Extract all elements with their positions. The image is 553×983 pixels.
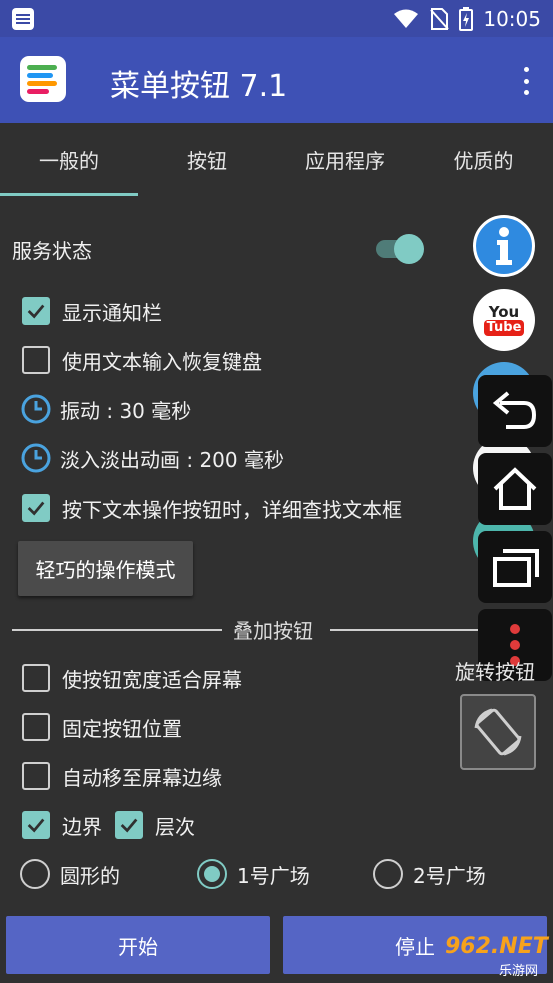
snap-edge-checkbox[interactable] <box>22 762 50 790</box>
show-notification-label: 显示通知栏 <box>62 300 162 325</box>
watermark-logo: 962.NET 乐游网 <box>415 932 550 980</box>
shape-square1-radio[interactable] <box>197 859 227 889</box>
clock-icon <box>21 394 51 424</box>
overlay-section-title: 叠加按钮 <box>233 619 313 643</box>
overflow-menu-icon[interactable] <box>521 67 531 95</box>
home-icon <box>493 467 537 510</box>
status-time: 10:05 <box>483 6 541 31</box>
fix-position-label: 固定按钮位置 <box>62 716 182 741</box>
tab-apps-label: 应用程序 <box>305 149 385 173</box>
service-status-label: 服务状态 <box>12 238 92 263</box>
check-icon <box>27 304 45 319</box>
youtube-logo-text-tube: Tube <box>483 320 525 336</box>
fade-animation-label: 淡入淡出动画 : 200 毫秒 <box>60 447 284 472</box>
rotate-button-label: 旋转按钮 <box>455 660 535 684</box>
clock-icon <box>21 443 51 473</box>
shape-square2-radio[interactable] <box>373 859 403 889</box>
border-option[interactable]: 边界 <box>22 810 102 840</box>
tab-general-label: 一般的 <box>39 149 99 173</box>
home-button[interactable] <box>478 453 552 525</box>
show-notification-checkbox[interactable] <box>22 297 50 325</box>
tab-premium-label: 优质的 <box>453 149 514 173</box>
app-title: 菜单按钮 7.1 <box>110 69 288 104</box>
tab-indicator <box>0 193 138 196</box>
notification-icon <box>12 7 34 30</box>
layer-option[interactable]: 层次 <box>115 810 195 840</box>
shape-circle-radio[interactable] <box>20 859 50 889</box>
tab-bar: 一般的 按钮 应用程序 优质的 <box>0 123 553 196</box>
status-bar-right: 10:05 <box>393 0 541 37</box>
no-sim-icon <box>430 7 450 30</box>
shape-square2-label: 2号广场 <box>413 863 486 888</box>
shape-square2-option[interactable]: 2号广场 <box>373 858 486 890</box>
fix-position-option[interactable]: 固定按钮位置 <box>22 712 182 742</box>
youtube-logo-text-you: You <box>488 303 520 321</box>
show-notification-option[interactable]: 显示通知栏 <box>22 296 162 326</box>
layer-label: 层次 <box>155 814 195 839</box>
watermark-subtext: 乐游网 <box>499 964 539 979</box>
battery-charging-icon <box>459 6 474 31</box>
snap-edge-label: 自动移至屏幕边缘 <box>62 765 222 790</box>
start-button[interactable]: 开始 <box>6 916 270 974</box>
check-icon <box>27 818 45 833</box>
find-textbox-option[interactable]: 按下文本操作按钮时，详细查找文本框 <box>22 493 402 523</box>
check-icon <box>120 818 138 833</box>
tab-premium[interactable]: 优质的 <box>414 123 553 196</box>
fit-width-label: 使按钮宽度适合屏幕 <box>62 667 242 692</box>
tab-buttons[interactable]: 按钮 <box>138 123 276 196</box>
youtube-fab[interactable]: You Tube <box>473 289 535 351</box>
recents-button[interactable] <box>478 531 552 603</box>
layer-checkbox[interactable] <box>115 811 143 839</box>
fit-width-checkbox[interactable] <box>22 664 50 692</box>
vibration-option[interactable]: 振动 : 30 毫秒 <box>20 393 191 425</box>
shape-circle-label: 圆形的 <box>60 863 120 888</box>
fix-position-checkbox[interactable] <box>22 713 50 741</box>
app-logo-icon <box>20 56 66 102</box>
shape-square1-option[interactable]: 1号广场 <box>197 858 310 890</box>
shape-square1-label: 1号广场 <box>237 863 310 888</box>
tab-apps[interactable]: 应用程序 <box>276 123 414 196</box>
rotate-button[interactable] <box>460 694 536 770</box>
info-fab[interactable] <box>473 215 535 277</box>
recents-icon <box>493 549 539 587</box>
shape-circle-option[interactable]: 圆形的 <box>20 858 120 890</box>
border-checkbox[interactable] <box>22 811 50 839</box>
find-textbox-label: 按下文本操作按钮时，详细查找文本框 <box>62 497 402 522</box>
back-button[interactable] <box>478 375 552 447</box>
watermark-text: 962.NET <box>445 934 548 959</box>
tab-buttons-label: 按钮 <box>187 149 227 173</box>
gesture-mode-button[interactable]: 轻巧的操作模式 <box>18 541 193 596</box>
floating-nav-panel <box>475 375 553 681</box>
divider-left <box>12 629 222 631</box>
app-bar: 菜单按钮 7.1 <box>0 37 553 123</box>
restore-keyboard-label: 使用文本输入恢复键盘 <box>62 349 262 374</box>
restore-keyboard-checkbox[interactable] <box>22 346 50 374</box>
status-bar: 10:05 <box>0 0 553 37</box>
back-arrow-icon <box>492 391 537 429</box>
check-icon <box>27 501 45 516</box>
find-textbox-checkbox[interactable] <box>22 494 50 522</box>
fade-animation-option[interactable]: 淡入淡出动画 : 200 毫秒 <box>20 442 284 474</box>
info-icon <box>496 227 512 265</box>
vibration-label: 振动 : 30 毫秒 <box>60 398 192 423</box>
tab-general[interactable]: 一般的 <box>0 123 138 196</box>
fit-width-option[interactable]: 使按钮宽度适合屏幕 <box>22 663 242 693</box>
wifi-icon <box>394 9 419 28</box>
border-label: 边界 <box>62 814 102 839</box>
screen-rotation-icon <box>474 708 522 756</box>
service-status-switch[interactable] <box>376 234 426 264</box>
restore-keyboard-option[interactable]: 使用文本输入恢复键盘 <box>22 345 262 375</box>
snap-edge-option[interactable]: 自动移至屏幕边缘 <box>22 761 222 791</box>
